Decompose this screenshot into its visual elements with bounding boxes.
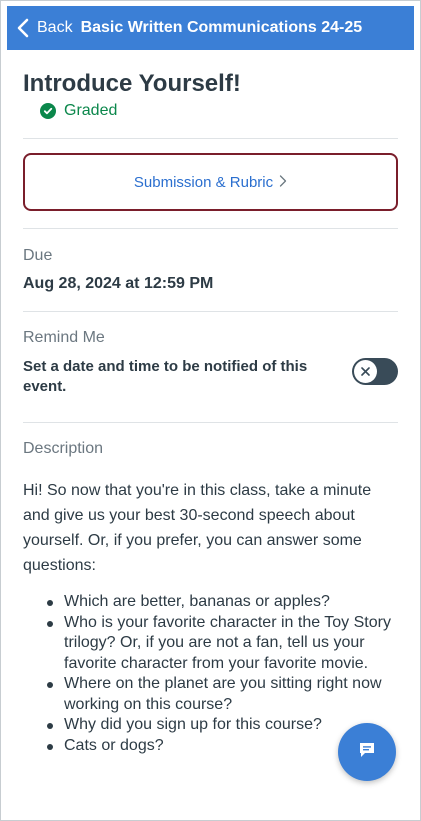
status-badge: Graded	[40, 102, 117, 120]
chevron-left-icon	[17, 18, 29, 38]
status-label: Graded	[64, 102, 118, 119]
remind-description: Set a date and time to be notified of th…	[23, 358, 308, 395]
description-label: Description	[23, 440, 104, 457]
top-nav-bar: Back Basic Written Communications 24-25	[7, 6, 414, 50]
assignment-title: Introduce Yourself!	[23, 70, 241, 97]
back-label: Back	[37, 19, 73, 36]
list-item: Where on the planet are you sitting righ…	[45, 674, 395, 715]
due-date: Aug 28, 2024 at 12:59 PM	[23, 275, 214, 292]
chat-fab-button[interactable]	[338, 723, 396, 781]
list-item: Which are better, bananas or apples?	[45, 592, 395, 613]
description-body: Hi! So now that you're in this class, ta…	[23, 482, 372, 574]
divider	[23, 311, 398, 312]
due-label: Due	[23, 247, 53, 264]
divider	[23, 422, 398, 423]
course-title: Basic Written Communications 24-25	[80, 19, 363, 36]
submission-rubric-button[interactable]: Submission & Rubric	[23, 153, 398, 211]
divider	[23, 228, 398, 229]
chevron-right-icon	[279, 174, 287, 191]
chat-icon	[357, 740, 377, 765]
submission-rubric-label: Submission & Rubric	[133, 173, 274, 191]
divider	[23, 138, 398, 139]
list-item: Why did you sign up for this course?	[45, 715, 395, 736]
x-icon	[354, 360, 377, 383]
check-circle-icon	[40, 103, 56, 119]
remind-toggle[interactable]	[352, 358, 398, 385]
questions-list: Which are better, bananas or apples? Who…	[45, 592, 395, 756]
list-item: Who is your favorite character in the To…	[45, 613, 395, 675]
remind-label: Remind Me	[23, 329, 105, 346]
back-button[interactable]: Back	[7, 6, 81, 50]
